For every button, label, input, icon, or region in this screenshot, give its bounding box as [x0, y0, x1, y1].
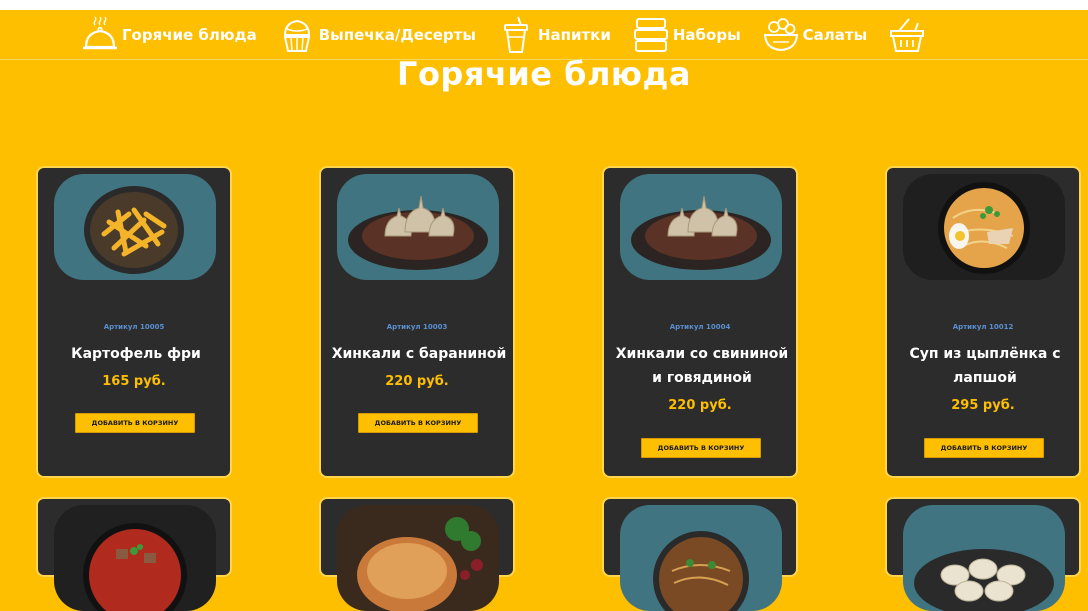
product-image-khinkali-lamb[interactable]: [337, 174, 499, 280]
product-name: Картофель фри: [71, 346, 201, 362]
product-image-khinkali-pork-beef[interactable]: [620, 174, 782, 280]
product-image-noodles[interactable]: [620, 505, 782, 611]
basket-icon: [890, 17, 925, 52]
product-name: Хинкали со свининой и говядиной: [615, 346, 789, 386]
nav-label: Наборы: [672, 25, 741, 44]
product-card: Артикул 10004 Хинкали со свининой и говя…: [602, 166, 798, 478]
lunchbox-icon: [633, 17, 668, 52]
nav-label: Напитки: [537, 25, 611, 44]
page-title: Горячие блюда: [397, 55, 691, 93]
product-card: [885, 497, 1081, 611]
product-card: [602, 497, 798, 611]
nav-label: Салаты: [802, 25, 868, 44]
product-sku: Артикул 10003: [386, 323, 448, 331]
product-image-chicken-noodle-soup[interactable]: [903, 174, 1065, 280]
product-image-roast-chicken[interactable]: [337, 505, 499, 611]
product-price: 220 руб.: [668, 398, 732, 413]
nav-item-drinks[interactable]: Напитки: [496, 15, 611, 55]
product-name: Хинкали с бараниной: [331, 346, 507, 362]
product-card: [319, 497, 515, 611]
cupcake-icon: [283, 19, 310, 52]
product-image-pelmeni[interactable]: [903, 505, 1065, 611]
add-to-cart-button[interactable]: ДОБАВИТЬ В КОРЗИНУ: [641, 438, 761, 458]
top-strip: [0, 0, 1088, 10]
cart-button[interactable]: [887, 15, 929, 55]
product-card: Артикул 10003 Хинкали с бараниной 220 ру…: [319, 166, 515, 478]
nav-item-bakery-desserts[interactable]: Выпечка/Десерты: [277, 15, 476, 55]
nav-label: Горячие блюда: [122, 25, 257, 44]
product-sku: Артикул 10005: [103, 323, 165, 331]
product-name: Суп из цыплёнка с лапшой: [909, 346, 1061, 386]
nav-item-salads[interactable]: Салаты: [761, 15, 868, 55]
add-to-cart-button[interactable]: ДОБАВИТЬ В КОРЗИНУ: [924, 438, 1044, 458]
drink-cup-icon: [503, 16, 528, 53]
product-image-fries[interactable]: [54, 174, 216, 280]
product-price: 295 руб.: [951, 398, 1015, 413]
product-sku: Артикул 10012: [952, 323, 1014, 331]
product-image-borscht[interactable]: [54, 505, 216, 611]
cloche-icon: [83, 16, 117, 49]
nav-label: Выпечка/Десерты: [318, 25, 476, 44]
product-card: Артикул 10005 Картофель фри 165 руб. ДОБ…: [36, 166, 232, 478]
product-card: [36, 497, 232, 611]
salad-bowl-icon: [763, 17, 798, 51]
product-price: 165 руб.: [102, 374, 166, 389]
nav-item-hot-dishes[interactable]: Горячие блюда: [80, 15, 257, 55]
nav-item-sets[interactable]: Наборы: [631, 15, 741, 55]
add-to-cart-button[interactable]: ДОБАВИТЬ В КОРЗИНУ: [358, 413, 478, 433]
product-price: 220 руб.: [385, 374, 449, 389]
product-card: Артикул 10012 Суп из цыплёнка с лапшой 2…: [885, 166, 1081, 478]
product-sku: Артикул 10004: [669, 323, 731, 331]
add-to-cart-button[interactable]: ДОБАВИТЬ В КОРЗИНУ: [75, 413, 195, 433]
category-nav: Горячие блюда Выпечка/Десерты Напитки На…: [0, 10, 1088, 59]
